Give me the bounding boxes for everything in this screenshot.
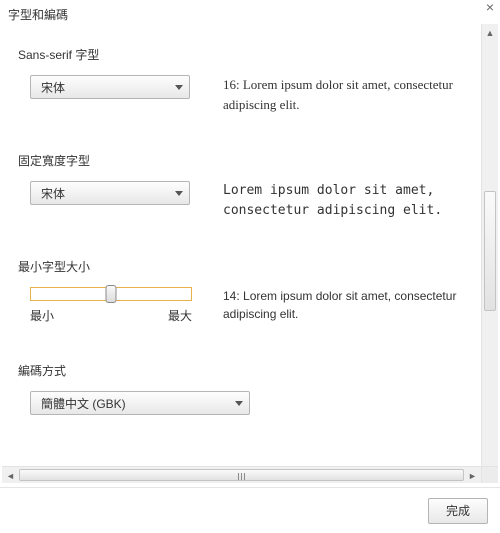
section-encoding: 編碼方式 簡體中文 (GBK) — [18, 362, 486, 415]
slider-max-label: 最大 — [168, 307, 192, 324]
fixed-width-sample: Lorem ipsum dolor sit amet, consectetur … — [223, 181, 486, 220]
section-min-size: 最小字型大小 最小 最大 — [18, 258, 486, 324]
fonts-encoding-dialog: 字型和編碼 × Sans-serif 字型 宋体 16: Lorem ipsum… — [0, 0, 500, 533]
hscroll-thumb[interactable] — [19, 469, 464, 481]
scroll-up-icon[interactable]: ▲ — [482, 24, 498, 41]
dialog-scrollpane: Sans-serif 字型 宋体 16: Lorem ipsum dolor s… — [2, 24, 498, 483]
scroll-right-icon[interactable]: ► — [464, 467, 481, 484]
vscroll-track[interactable] — [484, 41, 496, 466]
sans-serif-label: Sans-serif 字型 — [18, 46, 486, 63]
hscroll-track[interactable] — [19, 469, 464, 481]
chevron-down-icon — [235, 401, 243, 406]
fixed-width-select[interactable]: 宋体 — [30, 181, 190, 205]
dialog-title: 字型和編碼 — [8, 8, 68, 22]
encoding-label: 編碼方式 — [18, 362, 486, 379]
sans-serif-sample: 16: Lorem ipsum dolor sit amet, consecte… — [223, 75, 486, 114]
done-button[interactable]: 完成 — [428, 498, 488, 524]
dialog-footer: 完成 — [0, 487, 500, 533]
min-size-sample: 14: Lorem ipsum dolor sit amet, consecte… — [223, 287, 486, 323]
vscroll-thumb[interactable] — [484, 191, 496, 311]
section-sans-serif: Sans-serif 字型 宋体 16: Lorem ipsum dolor s… — [18, 46, 486, 114]
horizontal-scrollbar[interactable]: ◄ ► — [2, 466, 481, 483]
slider-min-label: 最小 — [30, 307, 54, 324]
chevron-down-icon — [175, 191, 183, 196]
min-size-label: 最小字型大小 — [18, 258, 486, 275]
section-fixed-width: 固定寬度字型 宋体 Lorem ipsum dolor sit amet, co… — [18, 152, 486, 220]
fixed-width-label: 固定寬度字型 — [18, 152, 486, 169]
sans-serif-select-value: 宋体 — [41, 79, 65, 96]
dialog-titlebar: 字型和編碼 × — [0, 0, 500, 27]
scroll-left-icon[interactable]: ◄ — [2, 467, 19, 484]
fixed-width-select-value: 宋体 — [41, 185, 65, 202]
done-button-label: 完成 — [446, 502, 470, 519]
dialog-content: Sans-serif 字型 宋体 16: Lorem ipsum dolor s… — [2, 24, 498, 435]
min-size-slider[interactable] — [30, 287, 192, 301]
chevron-down-icon — [175, 85, 183, 90]
scroll-corner — [481, 466, 498, 483]
sans-serif-select[interactable]: 宋体 — [30, 75, 190, 99]
encoding-select[interactable]: 簡體中文 (GBK) — [30, 391, 250, 415]
encoding-select-value: 簡體中文 (GBK) — [41, 395, 126, 412]
close-icon[interactable]: × — [486, 0, 494, 14]
slider-thumb-icon[interactable] — [106, 285, 117, 303]
vertical-scrollbar[interactable]: ▲ ▼ — [481, 24, 498, 483]
